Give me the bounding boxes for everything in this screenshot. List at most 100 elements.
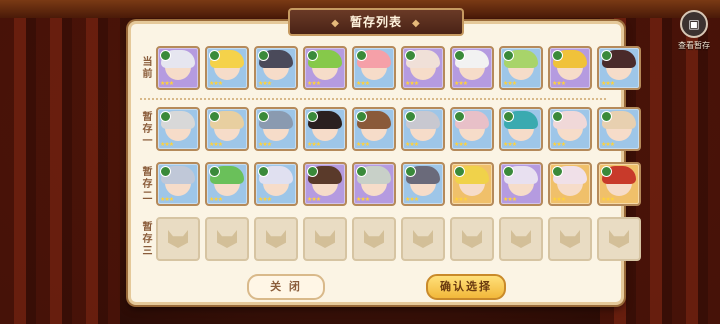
element-badge-icon (552, 111, 563, 122)
panel-title: ◆ 暂存列表 ◆ (288, 8, 464, 36)
element-badge-icon (454, 50, 465, 61)
character-card[interactable]: ★★★ (597, 107, 641, 151)
character-card[interactable]: ★★★ (499, 107, 543, 151)
character-card[interactable]: ★★★ (597, 162, 641, 206)
character-card[interactable]: ★★★ (303, 107, 347, 151)
character-card[interactable]: ★★★ (254, 107, 298, 151)
placeholder-mask-icon (266, 230, 286, 248)
star-rating-icon: ★★★ (601, 80, 615, 87)
element-badge-icon (405, 111, 416, 122)
star-rating-icon: ★★★ (503, 196, 517, 203)
view-storage-label: 查看暂存 (678, 41, 710, 50)
character-card[interactable]: ★★★ (352, 162, 396, 206)
view-storage-button[interactable]: ▣ 查看暂存 (675, 10, 713, 51)
character-card[interactable]: ★★★ (548, 46, 592, 90)
star-rating-icon: ★★★ (209, 196, 223, 203)
placeholder-mask-icon (315, 230, 335, 248)
element-badge-icon (503, 50, 514, 61)
character-card[interactable]: ★★★ (548, 162, 592, 206)
element-badge-icon (454, 111, 465, 122)
row-label: 暂存一 (140, 111, 151, 147)
element-badge-icon (307, 166, 318, 177)
character-card[interactable]: ★★★ (401, 46, 445, 90)
placeholder-mask-icon (462, 230, 482, 248)
star-rating-icon: ★★★ (258, 80, 272, 87)
empty-slot[interactable] (303, 217, 347, 261)
character-card[interactable]: ★★★ (254, 46, 298, 90)
placeholder-mask-icon (609, 230, 629, 248)
character-card[interactable]: ★★★ (548, 107, 592, 151)
box-icon: ▣ (680, 10, 708, 38)
element-badge-icon (503, 111, 514, 122)
placeholder-mask-icon (511, 230, 531, 248)
star-rating-icon: ★★★ (209, 80, 223, 87)
element-badge-icon (160, 166, 171, 177)
character-card[interactable]: ★★★ (352, 107, 396, 151)
star-rating-icon: ★★★ (503, 80, 517, 87)
character-card[interactable]: ★★★ (499, 162, 543, 206)
placeholder-mask-icon (560, 230, 580, 248)
element-badge-icon (405, 166, 416, 177)
element-badge-icon (601, 50, 612, 61)
placeholder-mask-icon (364, 230, 384, 248)
element-badge-icon (601, 166, 612, 177)
element-badge-icon (405, 50, 416, 61)
character-card[interactable]: ★★★ (450, 107, 494, 151)
element-badge-icon (356, 50, 367, 61)
empty-slot[interactable] (548, 217, 592, 261)
element-badge-icon (552, 50, 563, 61)
star-rating-icon: ★★★ (405, 80, 419, 87)
character-card[interactable]: ★★★ (401, 107, 445, 151)
empty-slot[interactable] (156, 217, 200, 261)
row-label: 暂存二 (140, 166, 151, 202)
element-badge-icon (503, 166, 514, 177)
star-rating-icon: ★★★ (258, 141, 272, 148)
star-rating-icon: ★★★ (356, 141, 370, 148)
character-card[interactable]: ★★★ (450, 46, 494, 90)
star-rating-icon: ★★★ (601, 196, 615, 203)
close-button[interactable]: 关 闭 (247, 274, 325, 300)
character-card[interactable]: ★★★ (205, 107, 249, 151)
character-card[interactable]: ★★★ (352, 46, 396, 90)
character-card[interactable]: ★★★ (205, 46, 249, 90)
placeholder-mask-icon (168, 230, 188, 248)
character-card[interactable]: ★★★ (205, 162, 249, 206)
placeholder-mask-icon (413, 230, 433, 248)
character-card[interactable]: ★★★ (303, 162, 347, 206)
character-card[interactable]: ★★★ (254, 162, 298, 206)
character-card[interactable]: ★★★ (401, 162, 445, 206)
character-card[interactable]: ★★★ (450, 162, 494, 206)
curtain-left (0, 0, 120, 324)
character-card[interactable]: ★★★ (597, 46, 641, 90)
star-rating-icon: ★★★ (356, 196, 370, 203)
character-card[interactable]: ★★★ (156, 107, 200, 151)
element-badge-icon (160, 111, 171, 122)
empty-slot[interactable] (450, 217, 494, 261)
character-card[interactable]: ★★★ (156, 162, 200, 206)
element-badge-icon (307, 111, 318, 122)
empty-slot[interactable] (254, 217, 298, 261)
empty-slot[interactable] (401, 217, 445, 261)
empty-slot[interactable] (205, 217, 249, 261)
character-card[interactable]: ★★★ (499, 46, 543, 90)
star-rating-icon: ★★★ (405, 196, 419, 203)
character-card[interactable]: ★★★ (303, 46, 347, 90)
row-divider (140, 98, 606, 100)
character-card[interactable]: ★★★ (156, 46, 200, 90)
star-rating-icon: ★★★ (552, 196, 566, 203)
star-rating-icon: ★★★ (258, 196, 272, 203)
element-badge-icon (258, 166, 269, 177)
empty-slot[interactable] (597, 217, 641, 261)
star-rating-icon: ★★★ (552, 141, 566, 148)
row-label: 暂存三 (140, 221, 151, 257)
star-rating-icon: ★★★ (454, 80, 468, 87)
title-text: 暂存列表 (349, 15, 402, 29)
element-badge-icon (356, 111, 367, 122)
empty-slot[interactable] (352, 217, 396, 261)
element-badge-icon (601, 111, 612, 122)
element-badge-icon (160, 50, 171, 61)
confirm-selection-button[interactable]: 确认选择 (426, 274, 506, 300)
star-rating-icon: ★★★ (454, 196, 468, 203)
element-badge-icon (258, 111, 269, 122)
empty-slot[interactable] (499, 217, 543, 261)
